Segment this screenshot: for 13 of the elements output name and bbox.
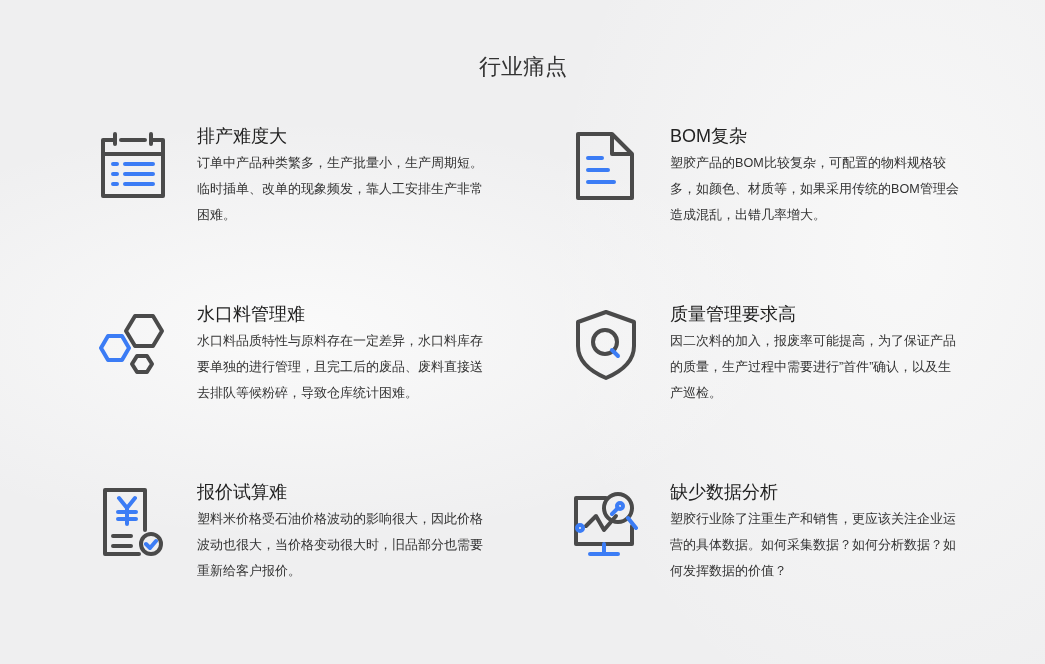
pain-point-title: 报价试算难 bbox=[197, 481, 288, 504]
pain-point-description: 塑胶行业除了注重生产和销售，更应该关注企业运营的具体数据。如何采集数据？如何分析数据？如何发挥数据的价值？ bbox=[670, 511, 957, 580]
pain-point-title: 缺少数据分析 bbox=[670, 481, 779, 504]
section-title: 行业痛点 bbox=[478, 53, 567, 81]
pain-point-description: 塑料米价格受石油价格波动的影响很大，因此价格波动也很大，当价格变动很大时，旧品部分也需要重新给客户报价。 bbox=[197, 511, 484, 580]
pain-point-description: 订单中产品种类繁多，生产批量小，生产周期短。临时插单、改单的现象频发，靠人工安排生产非常困难。 bbox=[197, 155, 484, 224]
pain-point-title: 水口料管理难 bbox=[197, 303, 306, 326]
pain-point-title: BOM复杂 bbox=[670, 125, 748, 148]
pain-point-title: 质量管理要求高 bbox=[670, 303, 797, 326]
pain-point-title: 排产难度大 bbox=[197, 125, 288, 148]
pain-point-description: 塑胶产品的BOM比较复杂，可配置的物料规格较多，如颜色、材质等，如果采用传统的BOM管理会造成混乱，出错几率增大。 bbox=[670, 155, 960, 224]
pain-point-description: 因二次料的加入，报废率可能提高，为了保证产品的质量，生产过程中需要进行”首件”确认，以及生产巡检。 bbox=[670, 333, 957, 402]
pain-point-description: 水口料品质特性与原料存在一定差异，水口料库存要单独的进行管理，且完工后的废品、废料直接送去排队等候粉碎，导致仓库统计困难。 bbox=[197, 333, 484, 402]
